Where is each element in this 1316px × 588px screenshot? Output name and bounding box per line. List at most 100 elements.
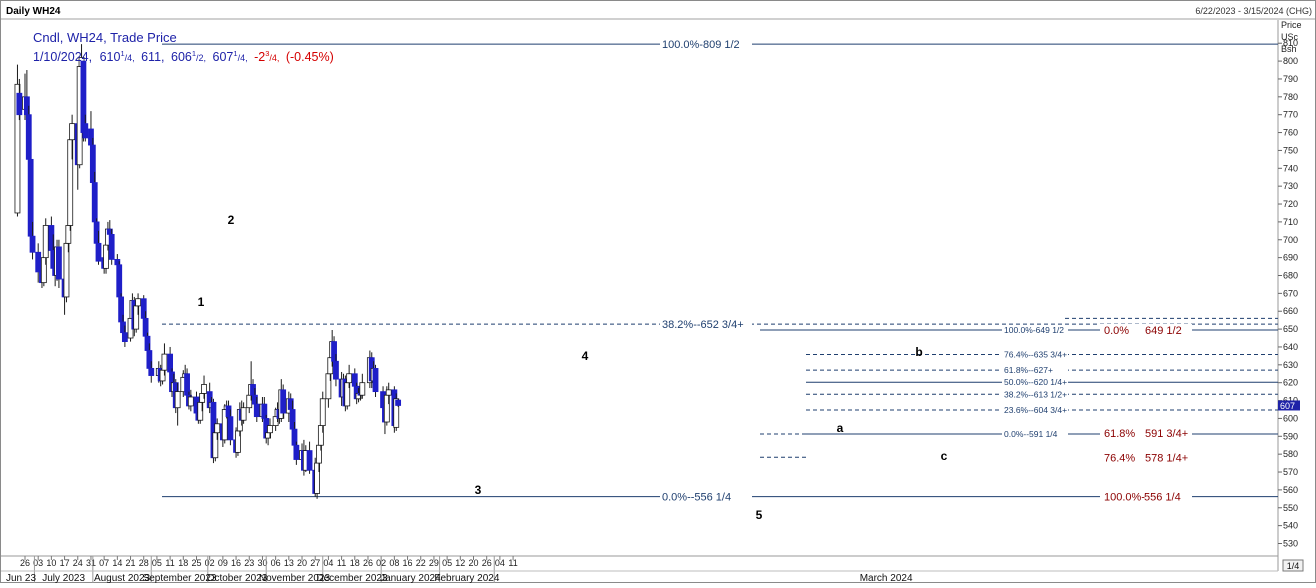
date-tick-label: 08	[389, 558, 399, 568]
candle-body-down	[108, 233, 115, 260]
symbol-title: Daily WH24	[6, 6, 61, 17]
candle-body-down	[95, 242, 102, 262]
date-tick-label: 17	[60, 558, 70, 568]
axis-unit-price: Price	[1281, 20, 1302, 30]
wave-label: a	[837, 421, 844, 435]
price-tick-label: 710	[1283, 217, 1298, 227]
date-tick-label: 13	[284, 558, 294, 568]
candle-body-down	[148, 367, 155, 376]
candle-body-down	[121, 332, 128, 342]
price-tick-label: 630	[1283, 360, 1298, 370]
price-tick-label: 720	[1283, 199, 1298, 209]
fib-ext-pct: 100.0%-	[1104, 492, 1145, 504]
candle-body-down	[35, 251, 42, 273]
wave-label: 5	[756, 508, 763, 522]
price-tick-label: 700	[1283, 235, 1298, 245]
candle-body-down	[16, 92, 23, 116]
price-tick-label: 680	[1283, 270, 1298, 280]
date-tick-label: 02	[205, 558, 215, 568]
candle-body-up	[161, 353, 168, 371]
date-tick-label: 04	[495, 558, 505, 568]
legend-pct: (-0.45%)	[286, 50, 334, 64]
price-tick-label: 800	[1283, 56, 1298, 66]
month-label: March 2024	[860, 573, 913, 583]
candle-body-down	[56, 246, 62, 280]
candle-body-up	[240, 407, 247, 421]
date-tick-label: 29	[429, 558, 439, 568]
price-tick-label: 760	[1283, 128, 1298, 138]
candle-body-up	[267, 425, 273, 434]
month-label: July 2023	[42, 573, 85, 583]
wave-label: b	[915, 345, 922, 359]
date-tick-label: 12	[455, 558, 465, 568]
date-tick-label: 11	[508, 558, 517, 568]
date-range: 6/22/2023 - 3/15/2024 (CHG)	[1195, 6, 1312, 16]
candle-body-up	[69, 123, 76, 141]
candle-body-down	[91, 182, 98, 223]
page-indicator[interactable]: 1/4	[1282, 559, 1304, 572]
date-tick-label: 25	[191, 558, 201, 568]
wave-label: c	[941, 449, 948, 463]
candle-body-up	[42, 225, 49, 259]
fib-small-label: 50.0%--620 1/4+	[1004, 377, 1067, 387]
fib-small-label: 100.0%-649 1/2	[1004, 325, 1064, 335]
price-tick-label: 570	[1283, 467, 1298, 477]
date-tick-label: 26	[363, 558, 373, 568]
date-tick-label: 18	[350, 558, 360, 568]
price-tick-label: 750	[1283, 145, 1298, 155]
legend-open: 610	[100, 50, 121, 64]
date-tick-label: 09	[218, 558, 228, 568]
header-background	[1, 1, 1315, 19]
wave-label: 4	[582, 349, 589, 363]
header-bar: Daily WH24 6/22/2023 - 3/15/2024 (CHG)	[1, 1, 1315, 20]
month-label: February 2024	[434, 573, 499, 583]
legend-close: 607	[213, 50, 234, 64]
date-tick-label: 06	[271, 558, 281, 568]
candle-body-down	[293, 444, 300, 460]
legend-date: 1/10/2024,	[33, 50, 92, 64]
fib-ext-pct: 61.8%	[1104, 428, 1135, 440]
price-tick-label: 620	[1283, 378, 1298, 388]
candle-body-down	[333, 360, 339, 380]
candle-body-up	[187, 396, 194, 407]
date-tick-label: 16	[403, 558, 413, 568]
fib-ext-value: 649 1/2	[1145, 325, 1182, 337]
candle-body-up	[385, 389, 392, 396]
fib-ext-value: 591 3/4+	[1145, 428, 1188, 440]
price-tick-label: 590	[1283, 431, 1298, 441]
date-tick-label: 31	[86, 558, 96, 568]
date-tick-label: 28	[139, 558, 149, 568]
date-tick-label: 16	[231, 558, 241, 568]
last-price-value: 607	[1280, 401, 1295, 411]
candle-body-down	[372, 367, 379, 393]
price-tick-label: 690	[1283, 253, 1298, 263]
price-tick-label: 660	[1283, 306, 1298, 316]
candle-body-down	[29, 235, 36, 253]
date-tick-label: 05	[442, 558, 452, 568]
candle-body-up	[214, 423, 221, 434]
price-tick-label: 740	[1283, 163, 1298, 173]
price-tick-label: 650	[1283, 324, 1298, 334]
price-tick-label: 670	[1283, 288, 1298, 298]
page-indicator-label: 1/4	[1287, 561, 1300, 571]
price-tick-label: 580	[1283, 449, 1298, 459]
wave-label: 1	[198, 295, 205, 309]
price-tick-label: 790	[1283, 74, 1298, 84]
date-tick-label: 10	[46, 558, 56, 568]
price-tick-label: 560	[1283, 485, 1298, 495]
fib-main-38-label: 38.2%--652 3/4+	[662, 319, 744, 331]
date-tick-label: 26	[20, 558, 30, 568]
legend-values: 1/10/2024, 6101/4, 611, 6061/2, 6071/4, …	[33, 49, 334, 64]
candle-body-down	[116, 264, 123, 298]
legend-line1: Cndl, WH24, Trade Price	[33, 30, 177, 45]
fib-ext-value: 556 1/4	[1144, 492, 1181, 504]
legend-high: 611,	[141, 50, 164, 64]
fib-small-label: 61.8%--627+	[1004, 365, 1053, 375]
price-tick-label: 540	[1283, 521, 1298, 531]
date-tick-label: 21	[126, 558, 136, 568]
date-tick-label: 20	[297, 558, 307, 568]
price-ticks: 5305405505605705805906006106206306406506…	[1278, 38, 1298, 548]
candle-body-down	[306, 450, 313, 471]
candle-body-down	[280, 389, 287, 414]
fib-main-100-label: 100.0%-809 1/2	[662, 39, 740, 51]
